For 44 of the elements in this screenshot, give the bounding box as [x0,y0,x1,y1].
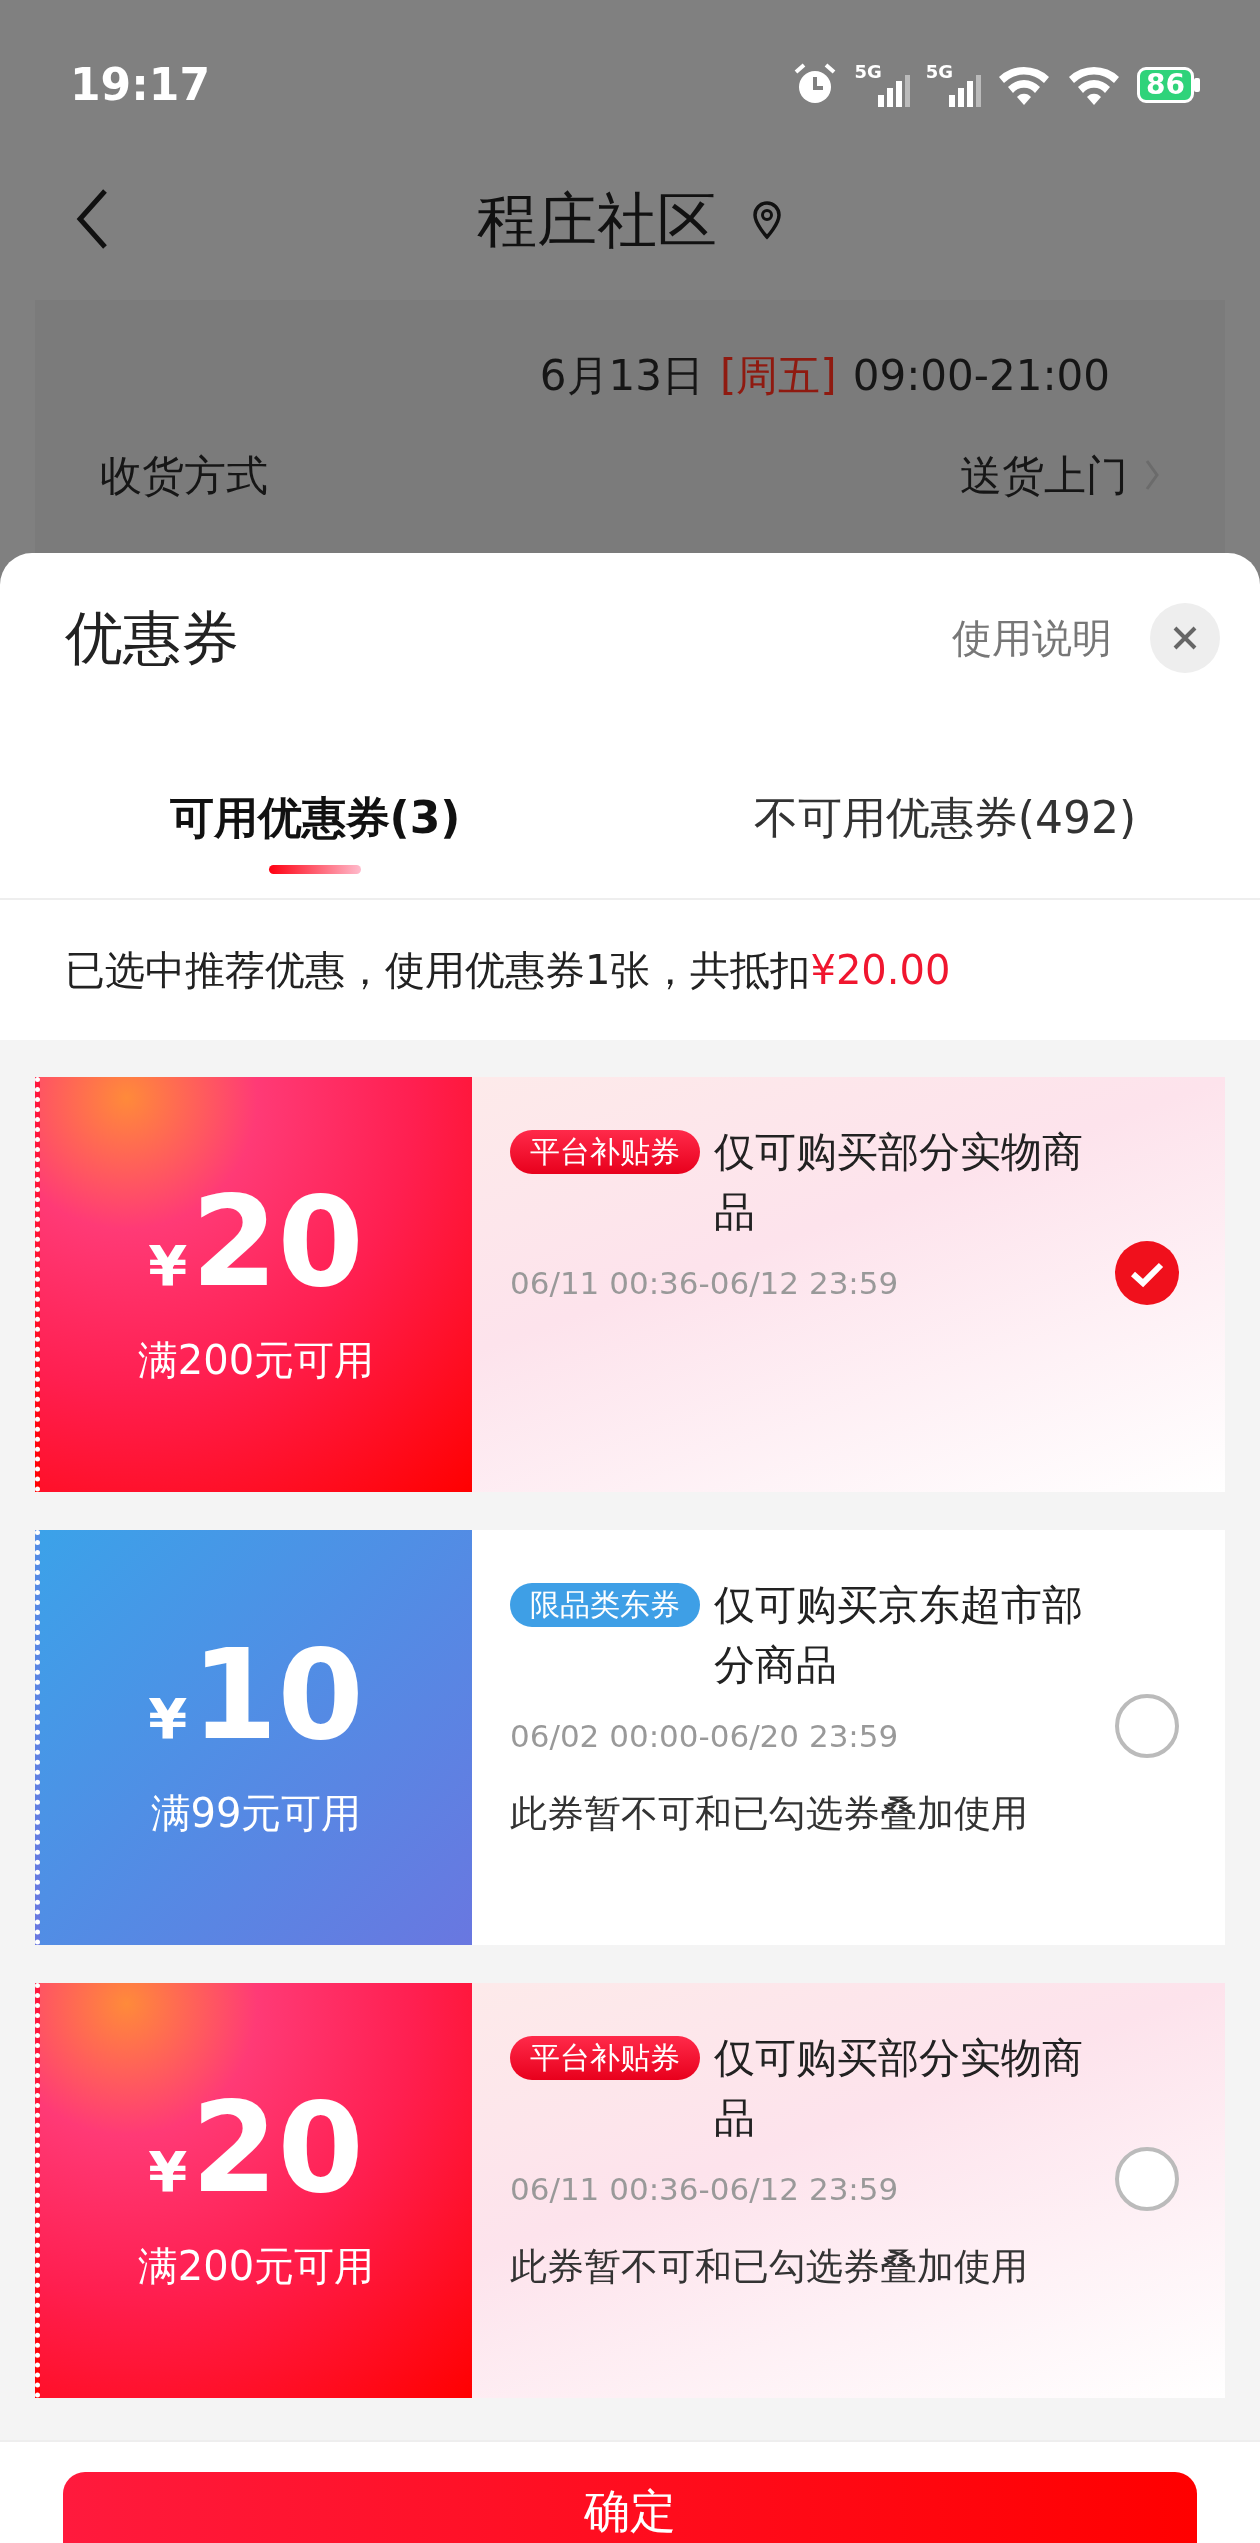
validity-period: 06/11 00:36-06/12 23:59 [510,2170,900,2209]
coupon-title: 仅可购买部分实物商品 [714,2033,1084,2144]
coupon-note: 此券暂不可和已勾选券叠加使用 [510,1790,1029,1837]
coupon-amount: 20 [191,1179,364,1304]
coupon-title: 仅可购买京东超市部分商品 [714,1580,1084,1691]
validity-period: 06/02 00:00-06/20 23:59 [510,1717,900,1756]
battery-level: 86 [1137,67,1194,103]
coupon-tag: 平台补贴券 [510,1130,700,1174]
coupon-note: 此券暂不可和已勾选券叠加使用 [510,2243,1029,2290]
coupon-amount: 10 [191,1632,364,1757]
back-icon[interactable] [75,188,109,250]
coupon-title: 仅可购买部分实物商品 [714,1127,1084,1238]
coupon-tag: 限品类东券 [510,1583,700,1627]
sheet-title: 优惠券 [65,602,239,674]
currency-symbol: ¥ [148,1231,188,1300]
confirm-button[interactable]: 确定 [63,2472,1197,2543]
battery-tip-icon [1194,78,1200,92]
network-label: 5G [925,63,954,81]
delivery-weekday: [周五] [720,349,837,402]
usage-instructions-link[interactable]: 使用说明 [952,608,1112,668]
checked-radio[interactable] [1114,1240,1180,1306]
coupon-tag: 平台补贴券 [510,2036,700,2080]
location-pin-icon [751,200,783,240]
usage-threshold: 满200元可用 [137,1335,375,1385]
field-value: 送货上门 [960,449,1128,502]
tab[interactable]: 不可用优惠券(492) [630,723,1260,898]
delivery-date: 6月13日 [539,349,704,402]
page-title: 程庄社区 [477,184,717,257]
close-icon [1172,625,1198,651]
usage-threshold: 满200元可用 [137,2241,375,2291]
discount-amount: ¥20.00 [810,946,951,995]
status-time: 19:17 [70,58,211,112]
usage-threshold: 满99元可用 [150,1788,362,1838]
radio-button[interactable] [1114,1693,1180,1759]
field-label: 收货方式 [100,449,268,502]
validity-period: 06/11 00:36-06/12 23:59 [510,1264,900,1303]
currency-symbol: ¥ [148,1684,188,1753]
summary-text: 已选中推荐优惠，使用优惠券1张，共抵扣 [65,946,811,995]
tab[interactable]: 可用优惠券(3) [0,723,630,898]
delivery-hours: 09:00-21:00 [852,349,1110,402]
currency-symbol: ¥ [148,2137,188,2206]
radio-button[interactable] [1114,2146,1180,2212]
coupon-amount: 20 [191,2085,364,2210]
network-label: 5G [854,63,882,81]
